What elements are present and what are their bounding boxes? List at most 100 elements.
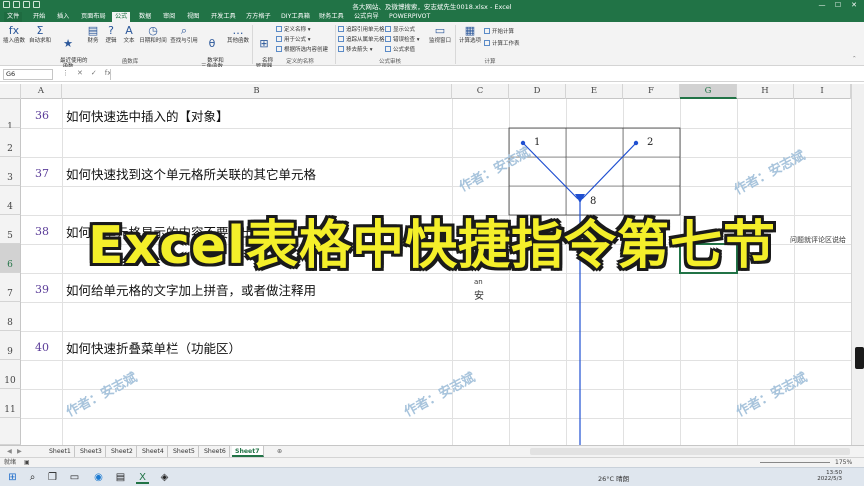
- sheet-tab[interactable]: Sheet4: [139, 446, 168, 457]
- create-from-selection-icon: [276, 46, 282, 52]
- remove-arrows-button[interactable]: 移去箭头 ▾: [338, 46, 373, 54]
- tab-page-layout[interactable]: 页面布局: [78, 12, 109, 22]
- clock[interactable]: 13:50 2022/5/3: [812, 470, 842, 482]
- sigma-icon: Σ: [36, 24, 44, 37]
- insert-function-button[interactable]: fx 插入函数: [2, 24, 26, 45]
- name-box[interactable]: G6: [3, 69, 53, 80]
- clock-icon: ◷: [148, 24, 158, 37]
- define-name-button[interactable]: 定义名称 ▾: [276, 26, 311, 34]
- close-button[interactable]: ✕: [846, 0, 862, 11]
- formula-bar-buttons: ⋮ ✕ ✓ fx: [62, 69, 111, 77]
- sheet-tab-bar: ◀ ▶ Sheet1 Sheet3 Sheet2 Sheet4 Sheet5 S…: [0, 445, 864, 457]
- lookup-icon: ⌕: [180, 24, 188, 37]
- more-functions-button[interactable]: … 其他函数: [225, 24, 251, 45]
- tab-insert[interactable]: 插入: [54, 12, 72, 22]
- horizontal-scrollbar[interactable]: [530, 448, 850, 455]
- calculate-sheet-label: 计算工作表: [492, 41, 520, 47]
- tab-finance-tools[interactable]: 财务工具: [316, 12, 347, 22]
- file-explorer-icon[interactable]: ▭: [68, 471, 81, 484]
- date-time-label: 日期和时间: [139, 38, 167, 44]
- text-button[interactable]: A 文本: [121, 24, 137, 45]
- use-in-formula-button[interactable]: 用于公式 ▾: [276, 36, 311, 44]
- lookup-reference-button[interactable]: ⌕ 查找与引用: [169, 24, 199, 45]
- more-options-icon[interactable]: ⋮: [62, 69, 69, 77]
- evaluate-formula-button[interactable]: 公式求值: [385, 46, 415, 54]
- text-icon: A: [125, 24, 133, 37]
- precedent-arrow-1: [522, 142, 579, 200]
- calculation-options-label: 计算选项: [458, 38, 481, 44]
- item-text: 如何快速选中插入的【对象】: [66, 109, 229, 124]
- define-name-label: 定义名称 ▾: [284, 27, 311, 33]
- minimize-button[interactable]: —: [814, 0, 830, 11]
- enter-icon[interactable]: ✓: [91, 69, 97, 77]
- calculate-now-button[interactable]: 开始计算: [484, 28, 514, 36]
- collapse-ribbon-icon[interactable]: ⌃: [852, 56, 857, 63]
- zoom-level[interactable]: 175%: [835, 458, 852, 467]
- window-title: 各大网站、及微博搜索，安志斌先生0018.xlsx - Excel: [352, 3, 512, 11]
- store-icon[interactable]: ▤: [114, 471, 127, 484]
- tab-view[interactable]: 视图: [184, 12, 202, 22]
- item-number: 40: [35, 341, 49, 354]
- logical-button[interactable]: ? 逻辑: [103, 24, 119, 45]
- tab-data[interactable]: 数据: [136, 12, 154, 22]
- edge-icon[interactable]: ◉: [92, 471, 105, 484]
- task-view-icon[interactable]: ❐: [46, 471, 59, 484]
- macro-record-icon[interactable]: ▣: [24, 458, 30, 467]
- excel-taskbar-icon[interactable]: X: [136, 471, 149, 484]
- sheet-tab[interactable]: Sheet2: [108, 446, 137, 457]
- tab-developer[interactable]: 开发工具: [208, 12, 239, 22]
- sheet-tab[interactable]: Sheet5: [170, 446, 199, 457]
- sheet-tab[interactable]: Sheet1: [46, 446, 75, 457]
- video-title-banner: Excel表格中快捷指令第七节: [0, 210, 864, 276]
- sheet-tab[interactable]: Sheet6: [201, 446, 230, 457]
- lookup-reference-label: 查找与引用: [170, 38, 198, 44]
- tab-diy-toolbox[interactable]: DIY工具箱: [278, 12, 313, 22]
- scroll-thumb[interactable]: [855, 347, 864, 369]
- trace-precedents-button[interactable]: 追踪引用单元格: [338, 26, 385, 34]
- tab-file[interactable]: 文件: [4, 12, 23, 22]
- group-label-defined-names: 定义的名称: [286, 59, 314, 65]
- status-bar: 就绪 ▣ 175%: [0, 457, 864, 467]
- date-time-button[interactable]: ◷ 日期和时间: [138, 24, 168, 45]
- trace-dependents-icon: [338, 36, 344, 42]
- maximize-button[interactable]: ☐: [830, 0, 846, 11]
- formula-input[interactable]: [110, 69, 860, 80]
- autosum-button[interactable]: Σ 自动求和: [28, 24, 52, 45]
- financial-button[interactable]: ▤ 财务: [85, 24, 101, 45]
- watch-window-button[interactable]: ▭ 监视窗口: [426, 24, 454, 45]
- use-in-formula-icon: [276, 36, 282, 42]
- theta-icon: θ: [208, 37, 216, 50]
- calculation-options-button[interactable]: ▦ 计算选项: [457, 24, 483, 45]
- logical-icon: ?: [108, 24, 114, 37]
- item-number: 37: [35, 167, 49, 180]
- tab-formula-wizard[interactable]: 公式向导: [351, 12, 382, 22]
- calculate-sheet-button[interactable]: 计算工作表: [484, 40, 520, 48]
- tab-home[interactable]: 开始: [30, 12, 48, 22]
- watch-window-label: 监视窗口: [428, 38, 451, 44]
- tab-powerpivot[interactable]: POWERPIVOT: [386, 12, 433, 22]
- tag-icon: ⊞: [259, 37, 269, 50]
- remove-arrows-icon: [338, 46, 344, 52]
- app-icon[interactable]: ◈: [158, 471, 171, 484]
- zoom-slider[interactable]: [760, 462, 830, 463]
- tab-review[interactable]: 审阅: [160, 12, 178, 22]
- show-formulas-label: 显示公式: [393, 27, 416, 33]
- sheet-tab-active[interactable]: Sheet7: [232, 446, 264, 457]
- scroll-sheets-right-icon[interactable]: ▶: [14, 446, 25, 457]
- show-formulas-button[interactable]: 显示公式: [385, 26, 415, 34]
- search-icon[interactable]: ⌕: [26, 471, 39, 484]
- group-label-calculation: 计算: [484, 59, 496, 65]
- add-sheet-icon[interactable]: ⊕: [274, 446, 285, 457]
- sheet-tab[interactable]: Sheet3: [77, 446, 106, 457]
- tab-formulas[interactable]: 公式: [112, 12, 131, 22]
- weather-widget[interactable]: 26°C 晴朗: [598, 473, 629, 483]
- cancel-icon[interactable]: ✕: [77, 69, 83, 77]
- trace-dependents-button[interactable]: 追踪从属单元格: [338, 36, 385, 44]
- error-checking-button[interactable]: 错误检查 ▾: [385, 36, 420, 44]
- calculate-now-icon: [484, 28, 490, 34]
- create-from-selection-button[interactable]: 根据所选内容创建: [276, 46, 328, 54]
- tab-fangfang[interactable]: 方方格子: [243, 12, 274, 22]
- item-number: 39: [35, 283, 49, 296]
- star-icon: ★: [63, 37, 73, 50]
- windows-start-icon[interactable]: ⊞: [6, 471, 19, 484]
